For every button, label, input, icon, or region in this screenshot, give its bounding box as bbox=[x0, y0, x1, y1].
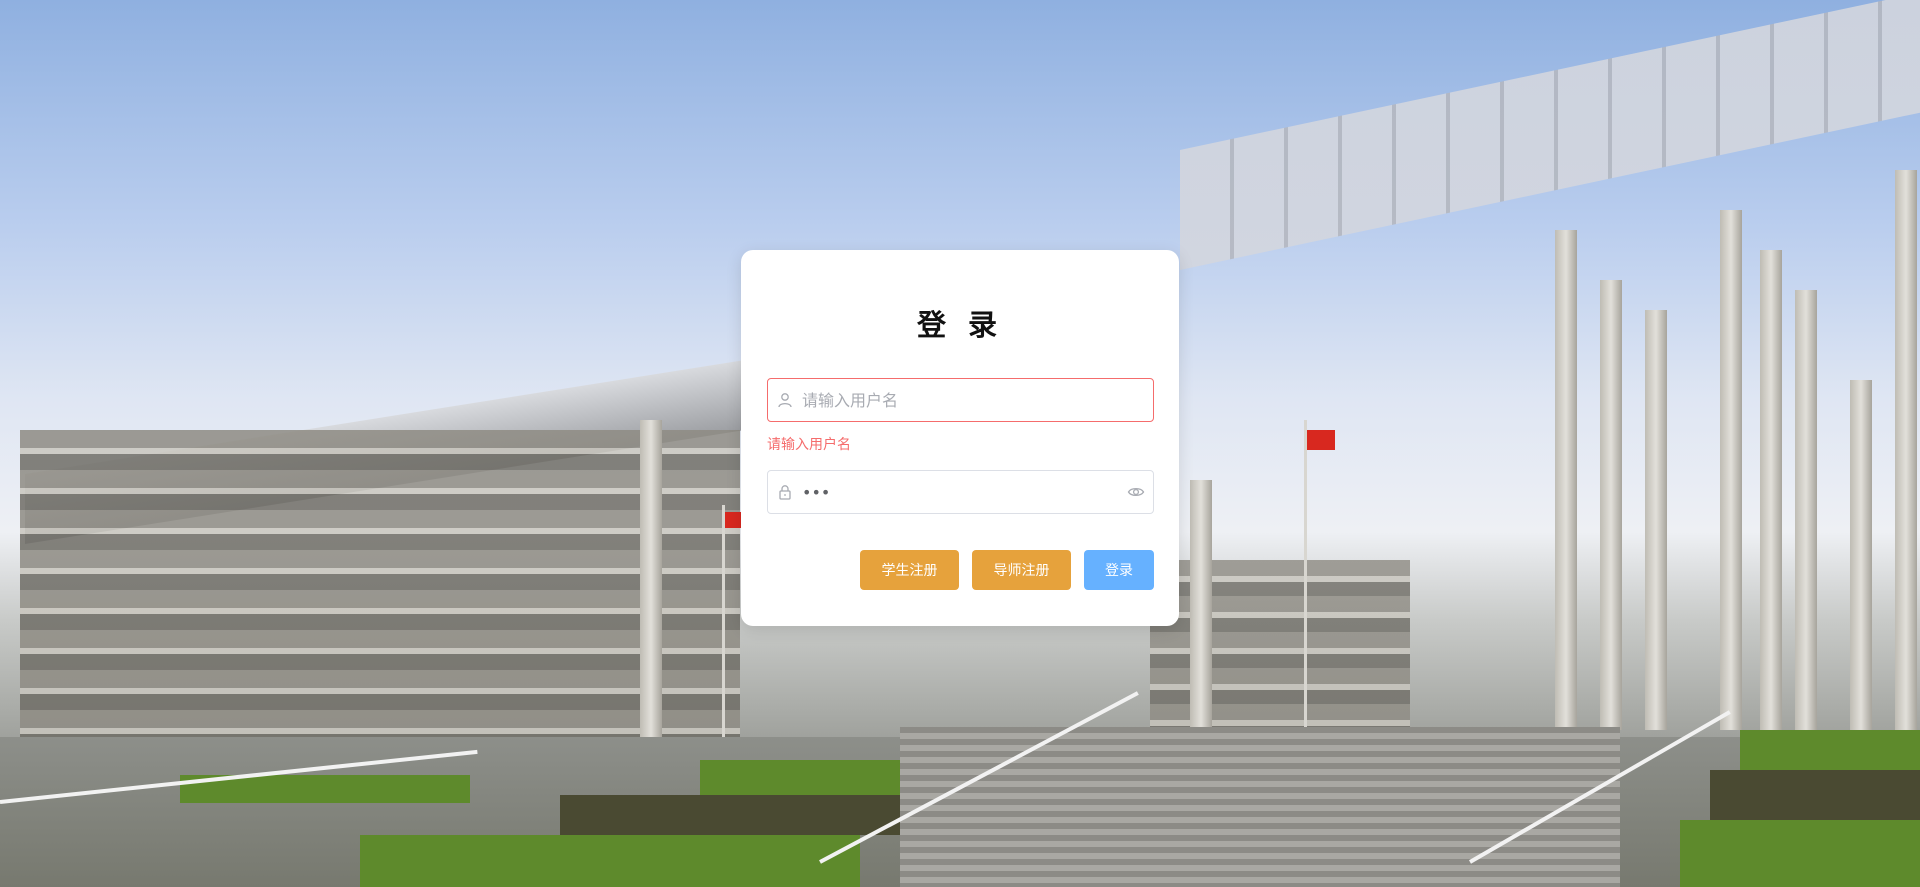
pillar bbox=[1795, 290, 1817, 730]
password-input[interactable] bbox=[802, 471, 1119, 513]
pillar bbox=[1720, 210, 1742, 730]
pillar bbox=[1555, 230, 1577, 730]
username-error-message: 请输入用户名 bbox=[767, 437, 851, 453]
pillar bbox=[640, 420, 662, 760]
flag bbox=[1307, 430, 1335, 450]
pillar bbox=[1895, 170, 1917, 730]
login-card: 登 录 请输入用户名 学生注册 导师注册 登录 bbox=[741, 250, 1179, 626]
eye-icon[interactable] bbox=[1119, 471, 1153, 513]
pillar bbox=[1600, 280, 1622, 730]
pillar bbox=[1850, 380, 1872, 730]
pillar bbox=[1190, 480, 1212, 760]
lawn bbox=[360, 835, 860, 887]
pillar bbox=[1760, 250, 1782, 730]
pillar bbox=[1645, 310, 1667, 730]
teacher-register-button[interactable]: 导师注册 bbox=[972, 550, 1071, 590]
building-left bbox=[20, 430, 740, 760]
login-button[interactable]: 登录 bbox=[1084, 550, 1154, 590]
password-field[interactable] bbox=[767, 470, 1154, 514]
hedge bbox=[1710, 770, 1920, 820]
flag-pole bbox=[722, 505, 725, 755]
lock-icon bbox=[768, 471, 802, 513]
username-field[interactable] bbox=[767, 378, 1154, 422]
lawn bbox=[1740, 730, 1920, 770]
lawn bbox=[1680, 820, 1920, 887]
username-input[interactable] bbox=[802, 379, 1153, 421]
flag-pole bbox=[1304, 420, 1307, 750]
stairs bbox=[900, 727, 1620, 887]
user-icon bbox=[768, 379, 802, 421]
student-register-button[interactable]: 学生注册 bbox=[860, 550, 959, 590]
canopy-roof bbox=[1180, 0, 1920, 271]
login-title: 登 录 bbox=[916, 308, 1004, 342]
